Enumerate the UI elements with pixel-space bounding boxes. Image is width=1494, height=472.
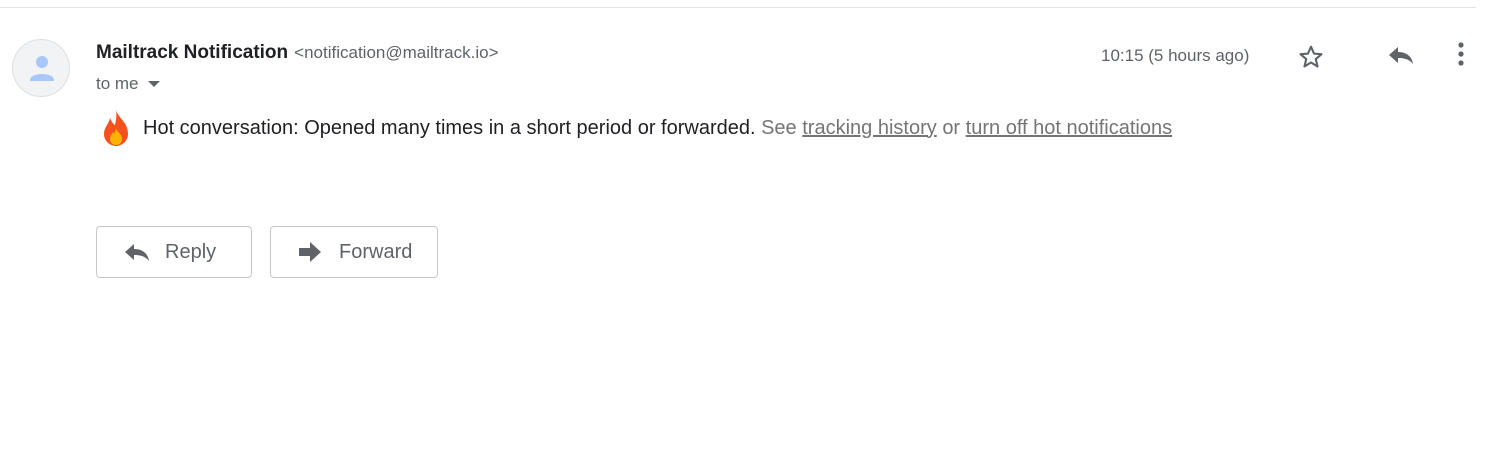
tracking-history-link[interactable]: tracking history (802, 117, 937, 140)
forward-action-button[interactable]: Forward (270, 226, 438, 278)
sender-name[interactable]: Mailtrack Notification (96, 42, 288, 64)
fire-icon (104, 110, 128, 146)
star-outline-icon (1299, 45, 1323, 68)
top-divider (0, 7, 1476, 8)
avatar[interactable] (12, 39, 70, 97)
forward-icon (299, 242, 321, 262)
more-options-button[interactable] (1443, 36, 1479, 72)
see-text: See (761, 116, 797, 139)
or-text: or (942, 116, 961, 139)
reply-icon (1389, 47, 1413, 64)
more-vert-icon (1458, 42, 1464, 66)
sender-email: <notification@mailtrack.io> (294, 43, 499, 62)
reply-icon (125, 244, 149, 261)
reply-button[interactable] (1383, 37, 1419, 73)
person-icon (30, 56, 54, 81)
recipient-details-toggle[interactable]: to me (96, 73, 160, 95)
forward-label: Forward (339, 240, 413, 263)
message-timestamp: 10:15 (5 hours ago) (1101, 46, 1250, 65)
star-button[interactable] (1293, 39, 1329, 75)
turn-off-hot-notifications-link[interactable]: turn off hot notifications (966, 117, 1172, 140)
hot-conversation-text: Hot conversation: Opened many times in a… (143, 116, 756, 139)
sender-line: Mailtrack Notification <notification@mai… (96, 42, 499, 66)
email-message-view: Mailtrack Notification <notification@mai… (0, 0, 1494, 472)
reply-label: Reply (165, 240, 217, 263)
reply-action-button[interactable]: Reply (96, 226, 252, 278)
message-body: Hot conversation: Opened many times in a… (100, 108, 1172, 148)
recipient-label: to me (96, 74, 139, 93)
chevron-down-icon[interactable] (147, 81, 160, 87)
